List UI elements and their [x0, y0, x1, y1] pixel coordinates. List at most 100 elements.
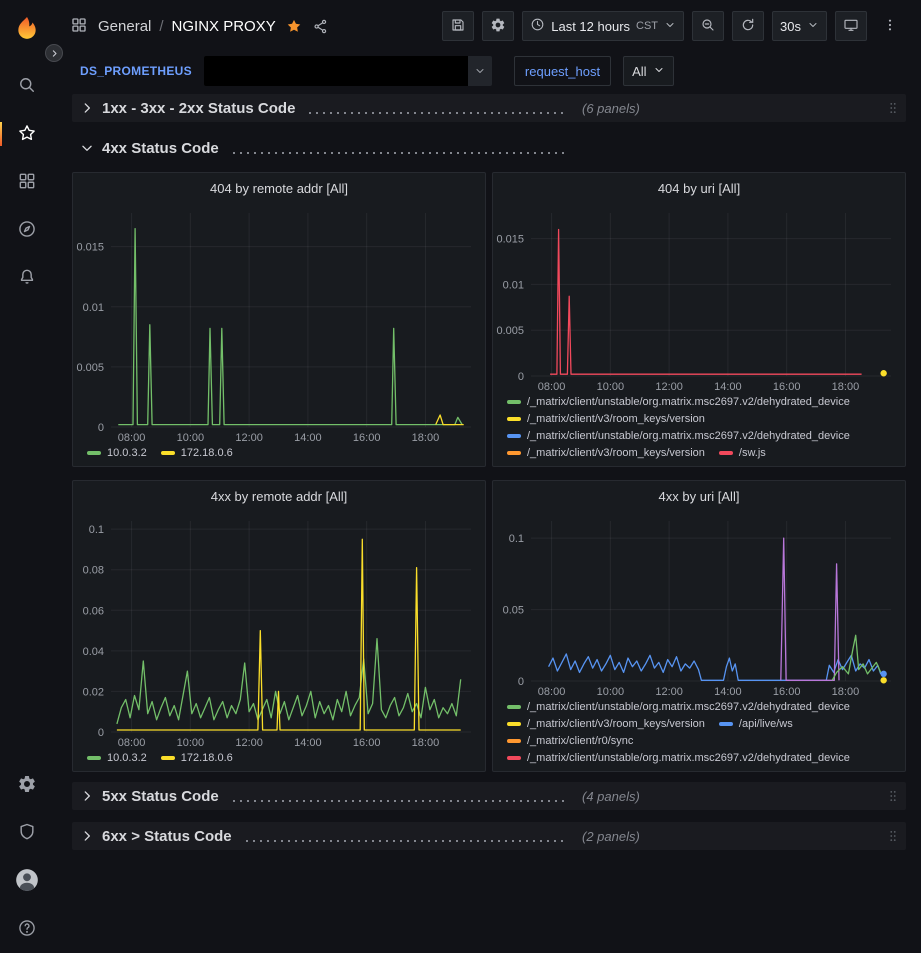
- row-drag-handle[interactable]: [886, 99, 900, 117]
- sidebar-item-alerting[interactable]: [0, 254, 54, 302]
- adhoc-filter-value[interactable]: All: [623, 56, 673, 86]
- time-series-chart[interactable]: 08:0010:0012:0014:0016:0018:0000.050.1: [493, 511, 905, 699]
- panel-header[interactable]: 404 by remote addr [All]: [73, 173, 485, 203]
- panel-header[interactable]: 4xx by uri [All]: [493, 481, 905, 511]
- time-series-chart[interactable]: 08:0010:0012:0014:0016:0018:0000.020.040…: [73, 511, 485, 750]
- chevron-down-icon: [807, 19, 819, 34]
- save-icon: [450, 17, 466, 36]
- panel-4xx-by-remote-addr: 4xx by remote addr [All] 08:0010:0012:00…: [72, 480, 486, 772]
- sidebar-item-search[interactable]: [0, 62, 54, 110]
- time-range-label: Last 12 hours: [551, 19, 630, 34]
- chevron-down-icon: [653, 64, 665, 79]
- chevron-right-icon: [50, 46, 59, 61]
- legend-item[interactable]: /_matrix/client/unstable/org.matrix.msc2…: [507, 430, 850, 442]
- variables-bar: DS_PROMETHEUS request_host All: [54, 52, 921, 90]
- save-dashboard-button[interactable]: [442, 11, 474, 41]
- row-title: 5xx Status Code: [102, 788, 219, 805]
- legend-item[interactable]: /_matrix/client/v3/room_keys/version: [507, 447, 705, 459]
- panel-404-by-remote-addr: 404 by remote addr [All] 08:0010:0012:00…: [72, 172, 486, 467]
- breadcrumb-dashboard-title[interactable]: NGINX PROXY: [172, 18, 276, 35]
- svg-text:16:00: 16:00: [353, 432, 381, 444]
- row-6xx-status-code[interactable]: 6xx > Status Code (2 panels): [72, 822, 906, 850]
- legend-series-label: /_matrix/client/v3/room_keys/version: [527, 413, 705, 425]
- refresh-button[interactable]: [732, 11, 764, 41]
- breadcrumb: General / NGINX PROXY: [98, 18, 276, 35]
- legend-item[interactable]: 172.18.0.6: [161, 752, 233, 764]
- legend-item[interactable]: /_matrix/client/unstable/org.matrix.msc2…: [507, 752, 850, 764]
- panel-header[interactable]: 4xx by remote addr [All]: [73, 481, 485, 511]
- row-dots-filler: [233, 800, 566, 802]
- dashboard-settings-button[interactable]: [482, 11, 514, 41]
- kebab-icon: [882, 17, 898, 36]
- row-4xx-status-code[interactable]: 4xx Status Code: [72, 134, 906, 162]
- time-range-picker[interactable]: Last 12 hours CST: [522, 11, 684, 41]
- panel-404-by-uri: 404 by uri [All] 08:0010:0012:0014:0016:…: [492, 172, 906, 467]
- sidebar-expand-button[interactable]: [45, 44, 63, 62]
- chevron-down-icon: [664, 19, 676, 34]
- monitor-icon: [843, 17, 859, 36]
- legend-item[interactable]: 172.18.0.6: [161, 447, 233, 459]
- refresh-icon: [740, 17, 756, 36]
- legend-item[interactable]: /_matrix/client/r0/sync: [507, 735, 633, 747]
- topbar: General / NGINX PROXY: [54, 0, 921, 52]
- legend-item[interactable]: /_matrix/client/v3/room_keys/version: [507, 718, 705, 730]
- legend-item[interactable]: 10.0.3.2: [87, 447, 147, 459]
- datasource-variable-label[interactable]: DS_PROMETHEUS: [80, 64, 192, 78]
- svg-text:18:00: 18:00: [832, 686, 860, 698]
- avatar: [14, 867, 40, 896]
- refresh-interval-dropdown[interactable]: 30s: [772, 11, 827, 41]
- gear-icon: [17, 774, 37, 797]
- chart-legend: /_matrix/client/unstable/org.matrix.msc2…: [493, 699, 905, 771]
- panel-header[interactable]: 404 by uri [All]: [493, 173, 905, 203]
- chart-legend: 10.0.3.2 172.18.0.6: [73, 750, 485, 771]
- legend-item[interactable]: 10.0.3.2: [87, 752, 147, 764]
- legend-series-marker: [507, 400, 521, 404]
- chart-legend: /_matrix/client/unstable/org.matrix.msc2…: [493, 394, 905, 466]
- svg-text:10:00: 10:00: [597, 686, 625, 698]
- sidebar-item-help[interactable]: [0, 905, 54, 953]
- legend-series-label: 172.18.0.6: [181, 752, 233, 764]
- legend-series-marker: [161, 756, 175, 760]
- legend-item[interactable]: /sw.js: [719, 447, 766, 459]
- search-icon: [17, 75, 37, 98]
- breadcrumb-separator: /: [159, 18, 163, 35]
- adhoc-filter-key[interactable]: request_host: [514, 56, 611, 86]
- legend-series-marker: [161, 451, 175, 455]
- legend-series-marker: [507, 722, 521, 726]
- time-series-chart[interactable]: 08:0010:0012:0014:0016:0018:0000.0050.01…: [493, 203, 905, 394]
- legend-item[interactable]: /_matrix/client/v3/room_keys/version: [507, 413, 705, 425]
- svg-text:14:00: 14:00: [714, 381, 742, 393]
- legend-series-label: /_matrix/client/v3/room_keys/version: [527, 718, 705, 730]
- legend-item[interactable]: /_matrix/client/unstable/org.matrix.msc2…: [507, 396, 850, 408]
- svg-text:12:00: 12:00: [235, 737, 263, 749]
- row-drag-handle[interactable]: [886, 787, 900, 805]
- zoom-out-icon: [700, 17, 716, 36]
- share-icon[interactable]: [312, 18, 329, 35]
- favorite-star-icon[interactable]: [286, 18, 302, 34]
- datasource-variable-dropdown[interactable]: [204, 56, 492, 86]
- breadcrumb-section[interactable]: General: [98, 18, 151, 35]
- kebab-menu[interactable]: [875, 11, 905, 41]
- sidebar-item-configuration[interactable]: [0, 761, 54, 809]
- svg-text:0.1: 0.1: [89, 524, 104, 536]
- sidebar-item-explore[interactable]: [0, 206, 54, 254]
- main-area: General / NGINX PROXY: [54, 0, 921, 953]
- tv-mode-button[interactable]: [835, 11, 867, 41]
- time-series-chart[interactable]: 08:0010:0012:0014:0016:0018:0000.0050.01…: [73, 203, 485, 445]
- row-5xx-status-code[interactable]: 5xx Status Code (4 panels): [72, 782, 906, 810]
- sidebar-item-starred[interactable]: [0, 110, 54, 158]
- sidebar-item-profile[interactable]: [0, 857, 54, 905]
- legend-item[interactable]: /api/live/ws: [719, 718, 793, 730]
- grafana-logo[interactable]: [14, 10, 40, 46]
- panel-title-text: 4xx by uri [All]: [659, 489, 740, 504]
- legend-series-marker: [507, 434, 521, 438]
- row-1xx-3xx-2xx-status-code[interactable]: 1xx - 3xx - 2xx Status Code (6 panels): [72, 94, 906, 122]
- row-drag-handle[interactable]: [886, 827, 900, 845]
- zoom-out-button[interactable]: [692, 11, 724, 41]
- row-title: 1xx - 3xx - 2xx Status Code: [102, 100, 295, 117]
- svg-text:10:00: 10:00: [177, 737, 205, 749]
- legend-series-marker: [507, 705, 521, 709]
- sidebar-item-server-admin[interactable]: [0, 809, 54, 857]
- sidebar-item-dashboards[interactable]: [0, 158, 54, 206]
- legend-item[interactable]: /_matrix/client/unstable/org.matrix.msc2…: [507, 701, 850, 713]
